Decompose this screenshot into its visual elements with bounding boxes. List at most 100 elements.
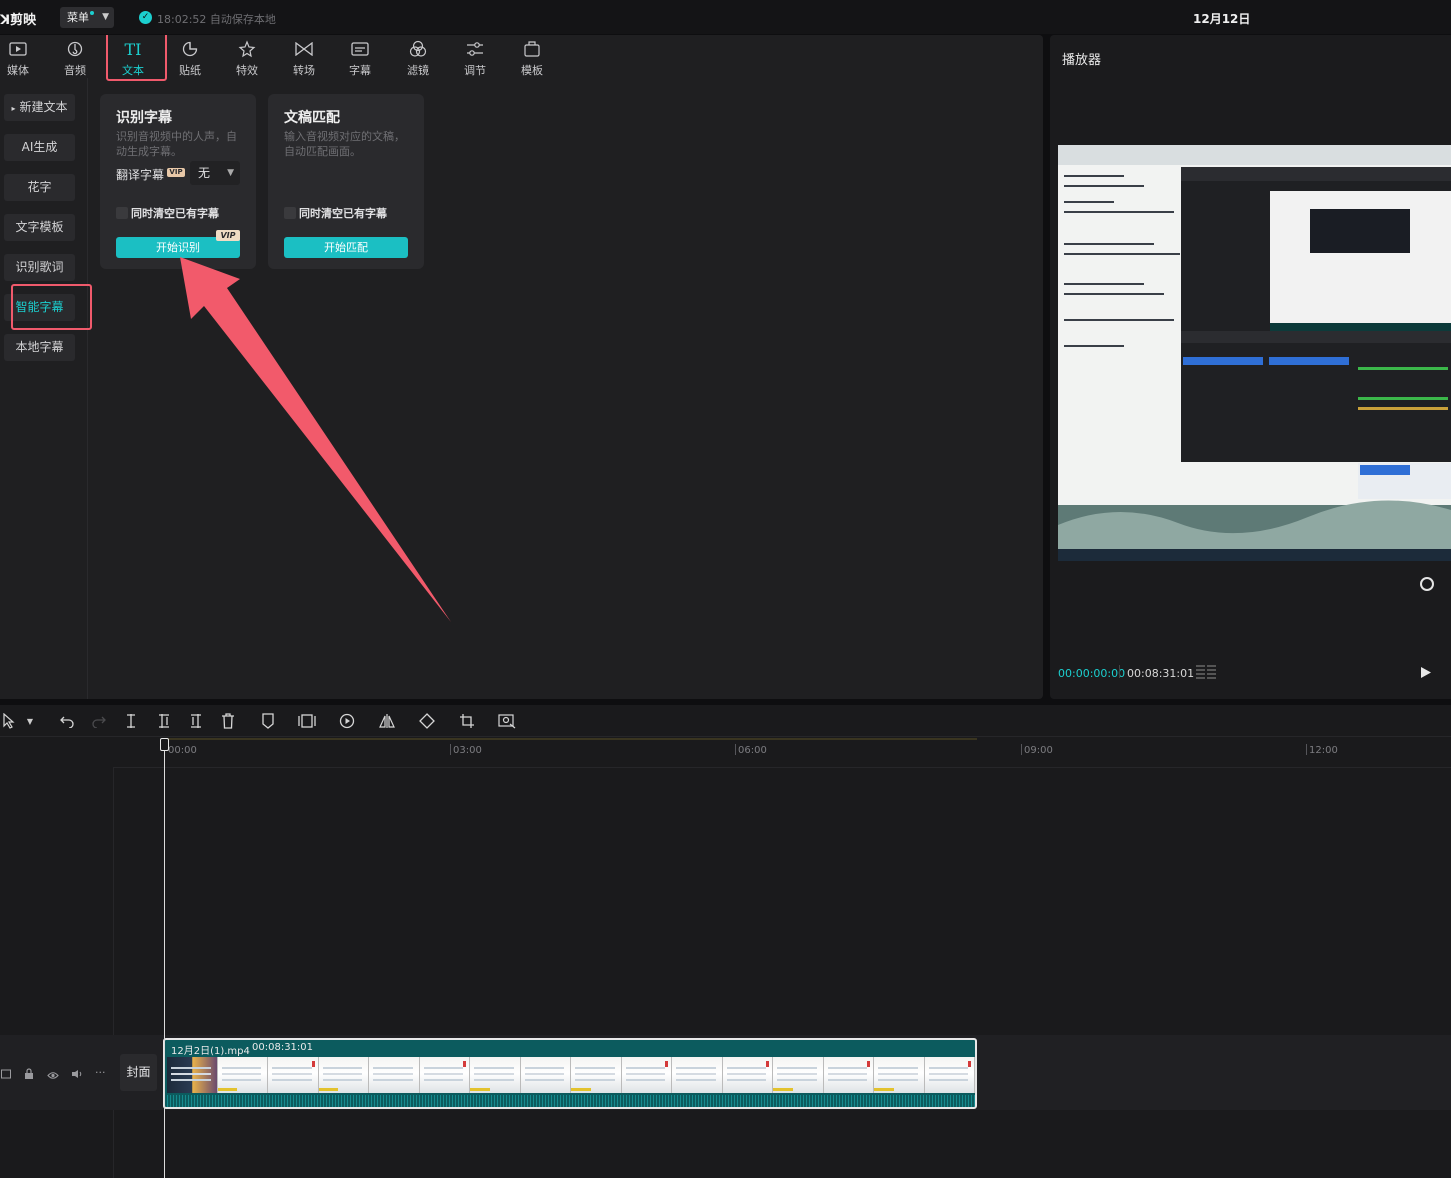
crop-icon[interactable] xyxy=(458,712,476,730)
tab-media-label: 媒体 xyxy=(7,64,29,77)
freeze-frame-icon[interactable] xyxy=(298,712,316,730)
autosave-status: 18:02:52 自动保存本地 xyxy=(157,13,276,26)
filter-icon xyxy=(392,40,444,58)
thumbnail xyxy=(369,1057,420,1093)
delete-icon[interactable] xyxy=(219,712,237,730)
tab-media[interactable]: 媒体 xyxy=(0,35,44,78)
side-item-label: 识别歌词 xyxy=(15,260,64,274)
clip-thumbnails xyxy=(167,1057,975,1093)
ruler-tick-label: 03:00 xyxy=(453,745,482,756)
card-description: 识别音视频中的人声，自动生成字幕。 xyxy=(116,130,237,158)
vip-badge: VIP xyxy=(167,168,185,177)
vip-badge: VIP xyxy=(216,230,240,241)
tab-sticker-label: 贴纸 xyxy=(179,64,201,77)
tab-subtitle-label: 字幕 xyxy=(349,64,371,77)
ruler-tick-label: 09:00 xyxy=(1024,745,1053,756)
thumbnail xyxy=(571,1057,622,1093)
timeline-toolbar: ▼ xyxy=(0,705,1451,737)
tab-template[interactable]: 模板 xyxy=(506,35,558,78)
caret-right-icon: ▸ xyxy=(11,104,16,113)
undo-icon[interactable] xyxy=(58,712,76,730)
thumbnail-detail xyxy=(874,1088,894,1091)
video-preview[interactable] xyxy=(1058,145,1451,561)
side-item-fancy-text[interactable]: 花字 xyxy=(4,174,75,201)
thumbnail xyxy=(419,1057,470,1093)
eye-icon[interactable] xyxy=(47,1069,59,1083)
thumbnail xyxy=(823,1057,874,1093)
split-right-icon[interactable] xyxy=(187,712,205,730)
subtitle-icon xyxy=(334,40,386,58)
mirror-icon[interactable] xyxy=(378,712,396,730)
thumbnail-detail xyxy=(311,1061,315,1067)
chevron-down-icon[interactable]: ▼ xyxy=(21,712,39,730)
thumbnail-detail xyxy=(217,1088,238,1091)
audio-waveform xyxy=(167,1095,975,1107)
select-pointer-icon[interactable] xyxy=(0,712,18,730)
side-item-label: 新建文本 xyxy=(19,100,68,114)
playhead-handle[interactable] xyxy=(160,738,169,751)
tab-audio-label: 音频 xyxy=(64,64,86,77)
tab-text-highlight-box xyxy=(106,35,167,81)
tab-audio[interactable]: 音频 xyxy=(49,35,101,78)
play-icon[interactable] xyxy=(1420,666,1432,682)
rotate-icon[interactable] xyxy=(418,712,436,730)
tab-transition[interactable]: 转场 xyxy=(278,35,330,78)
text-side-nav: ▸ 新建文本 AI生成 花字 文字模板 识别歌词 智能字幕 本地字幕 xyxy=(0,78,88,699)
tab-sticker[interactable]: 贴纸 xyxy=(164,35,216,78)
tab-adjust[interactable]: 调节 xyxy=(449,35,501,78)
tab-subtitle[interactable]: 字幕 xyxy=(334,35,386,78)
marker-icon[interactable] xyxy=(259,712,277,730)
clear-existing-checkbox[interactable] xyxy=(284,207,296,219)
translate-language-select[interactable]: 无 ▼ xyxy=(190,161,240,185)
redo-icon[interactable] xyxy=(90,712,108,730)
thumbnail-detail xyxy=(766,1061,769,1067)
side-item-new-text[interactable]: ▸ 新建文本 xyxy=(4,94,75,121)
ruler-tick xyxy=(1306,744,1307,755)
clear-existing-label: 同时清空已有字幕 xyxy=(131,207,219,220)
refresh-icon[interactable] xyxy=(1420,577,1434,591)
side-item-recognize-lyrics[interactable]: 识别歌词 xyxy=(4,254,75,281)
tab-effects[interactable]: 特效 xyxy=(221,35,273,78)
ruler-tick xyxy=(735,744,736,755)
tab-filter-label: 滤镜 xyxy=(407,64,429,77)
project-title[interactable]: 12月12日 xyxy=(1193,10,1250,27)
clear-existing-label: 同时清空已有字幕 xyxy=(299,207,387,220)
chevron-down-icon: ▼ xyxy=(227,168,234,178)
work-area-bar xyxy=(164,738,977,740)
split-left-icon[interactable] xyxy=(155,712,173,730)
menu-button[interactable]: 菜单 ▼ xyxy=(60,7,114,28)
reverse-play-icon[interactable] xyxy=(338,712,356,730)
side-item-ai-generate[interactable]: AI生成 xyxy=(4,134,75,161)
thumbnail xyxy=(167,1057,218,1093)
time-separator xyxy=(1119,665,1120,678)
side-item-text-template[interactable]: 文字模板 xyxy=(4,214,75,241)
side-item-local-subtitle[interactable]: 本地字幕 xyxy=(4,334,75,361)
lock-icon[interactable] xyxy=(24,1068,34,1082)
thumbnail xyxy=(621,1057,672,1093)
chevron-down-icon: ▼ xyxy=(102,12,109,22)
start-match-button[interactable]: 开始匹配 xyxy=(284,237,408,258)
player-title: 播放器 xyxy=(1062,53,1102,68)
ruler-tick-label: 12:00 xyxy=(1309,745,1338,756)
card-description: 输入音视频对应的文稿，自动匹配画面。 xyxy=(284,130,405,158)
cover-button[interactable]: 封面 xyxy=(120,1054,157,1091)
side-item-label: 本地字幕 xyxy=(15,340,64,354)
split-icon[interactable] xyxy=(122,712,140,730)
tab-filter[interactable]: 滤镜 xyxy=(392,35,444,78)
time-ruler[interactable]: 00:00 03:00 06:00 09:00 12:00 xyxy=(114,738,1451,768)
playhead[interactable] xyxy=(164,738,165,1178)
thumbnail-detail xyxy=(571,1088,591,1091)
clear-existing-checkbox[interactable] xyxy=(116,207,128,219)
volume-icon[interactable] xyxy=(71,1068,83,1082)
thumbnail xyxy=(217,1057,268,1093)
side-item-label: 文字模板 xyxy=(15,220,64,234)
more-options-icon[interactable]: ··· xyxy=(95,1066,106,1079)
video-clip[interactable]: 12月2日(1).mp4 00:08:31:01 xyxy=(163,1038,977,1109)
thumbnail xyxy=(874,1057,925,1093)
timeline-list-icon[interactable] xyxy=(1195,664,1217,683)
smart-cutout-icon[interactable] xyxy=(498,712,516,730)
sticker-icon xyxy=(164,40,216,58)
title-bar: ꓘ剪映 菜单 ▼ ✓ 18:02:52 自动保存本地 12月12日 xyxy=(0,0,1451,34)
thumbnail xyxy=(773,1057,824,1093)
thumbnail-detail xyxy=(867,1061,870,1067)
